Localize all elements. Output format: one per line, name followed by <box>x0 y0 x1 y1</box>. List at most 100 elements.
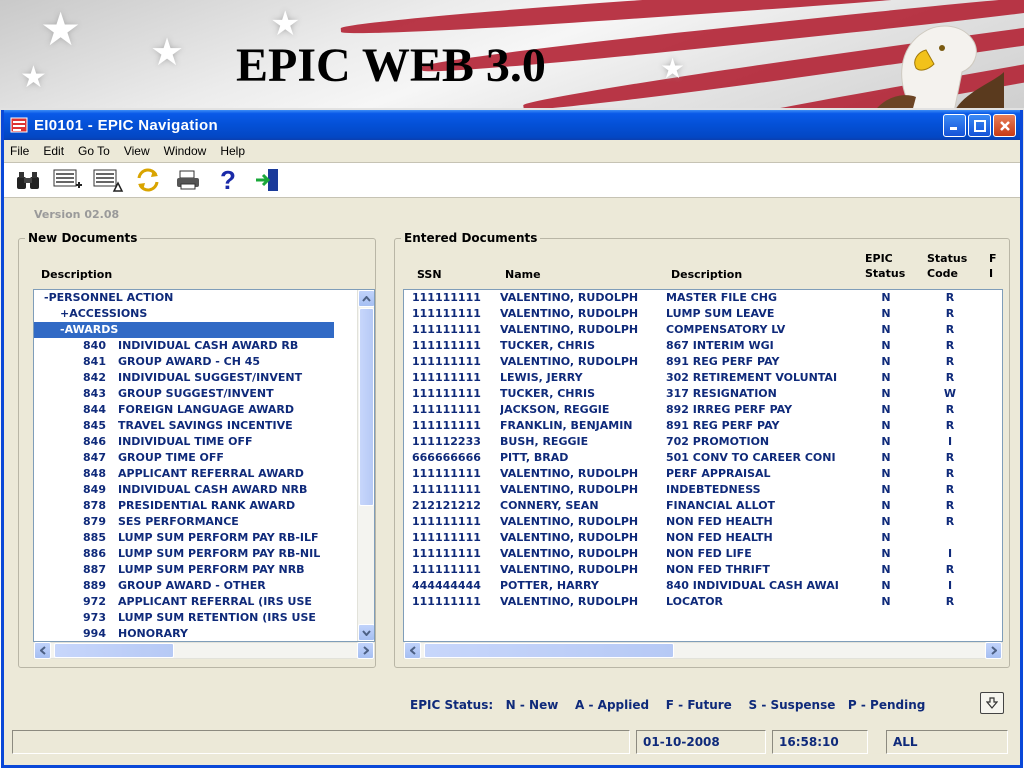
scroll-down-button[interactable] <box>980 692 1004 714</box>
table-row[interactable]: 111111111 JACKSON, REGGIE 892 IRREG PERF P… <box>404 402 1002 418</box>
new-documents-hscroll-thumb[interactable] <box>54 643 174 658</box>
table-row[interactable]: 111111111 VALENTINO, RUDOLPH NON FED THRIF… <box>404 562 1002 578</box>
table-row[interactable]: 111111111 TUCKER, CHRIS 867 INTERIM WGI N R <box>404 338 1002 354</box>
menu-help[interactable]: Help <box>220 144 245 158</box>
close-button[interactable] <box>993 114 1016 137</box>
arrow-down-icon <box>986 697 998 709</box>
table-row[interactable]: 111111111 VALENTINO, RUDOLPH NON FED LIFE N… <box>404 546 1002 562</box>
cell-code: R <box>945 291 955 304</box>
menu-window[interactable]: Window <box>164 144 207 158</box>
new-document-item[interactable]: 885 LUMP SUM PERFORM PAY RB-ILF <box>34 530 357 546</box>
entered-documents-group: Entered Documents SSN Name Description E… <box>394 231 1010 668</box>
scroll-left-arrow-icon[interactable] <box>404 642 421 659</box>
cell-epic: N <box>881 435 891 448</box>
table-row[interactable]: 444444444 POTTER, HARRY 840 INDIVIDUAL CAS… <box>404 578 1002 594</box>
menu-view[interactable]: View <box>124 144 150 158</box>
add-document-icon[interactable] <box>52 166 84 194</box>
cell-name: VALENTINO, RUDOLPH <box>500 547 639 560</box>
table-row[interactable]: 111111111 FRANKLIN, BENJAMIN 891 REG PERF … <box>404 418 1002 434</box>
scroll-right-arrow-icon[interactable] <box>985 642 1002 659</box>
new-document-item[interactable]: 994 HONORARY <box>34 626 357 641</box>
table-row[interactable]: 111111111 VALENTINO, RUDOLPH LUMP SUM LEAV… <box>404 306 1002 322</box>
cell-ssn: 111111111 <box>412 531 481 544</box>
new-document-item[interactable]: 848 APPLICANT REFERRAL AWARD <box>34 466 357 482</box>
entered-documents-table[interactable]: 111111111 VALENTINO, RUDOLPH MASTER FILE C… <box>403 289 1003 642</box>
new-document-label: APPLICANT REFERRAL AWARD <box>118 467 304 480</box>
award-code: 886 <box>83 547 106 560</box>
table-row[interactable]: 111111111 VALENTINO, RUDOLPH INDEBTEDNESS N… <box>404 482 1002 498</box>
new-document-item[interactable]: 849 INDIVIDUAL CASH AWARD NRB <box>34 482 357 498</box>
cell-code: R <box>945 451 955 464</box>
new-documents-vscroll[interactable] <box>357 290 374 641</box>
cell-code: I <box>947 579 953 592</box>
new-documents-list[interactable]: -PERSONNEL ACTION +ACCESSIONS -AWARDS 840 IN… <box>33 289 375 642</box>
scroll-left-arrow-icon[interactable] <box>34 642 51 659</box>
edit-document-icon[interactable] <box>92 166 124 194</box>
table-row[interactable]: 212121212 CONNERY, SEAN FINANCIAL ALLOT N R <box>404 498 1002 514</box>
new-document-item[interactable]: 841 GROUP AWARD - CH 45 <box>34 354 357 370</box>
table-row[interactable]: 111111111 VALENTINO, RUDOLPH PERF APPRAISA… <box>404 466 1002 482</box>
table-row[interactable]: 666666666 PITT, BRAD 501 CONV TO CAREER CO… <box>404 450 1002 466</box>
new-document-label: INDIVIDUAL SUGGEST/INVENT <box>118 371 303 384</box>
new-documents-hscroll[interactable] <box>33 642 375 659</box>
window-titlebar[interactable]: EI0101 - EPIC Navigation <box>4 110 1020 140</box>
new-document-item[interactable]: 889 GROUP AWARD - OTHER <box>34 578 357 594</box>
minimize-button[interactable] <box>943 114 966 137</box>
cell-epic: N <box>881 467 891 480</box>
menu-edit[interactable]: Edit <box>43 144 64 158</box>
cell-ssn: 212121212 <box>412 499 481 512</box>
cell-epic: N <box>881 323 891 336</box>
table-row[interactable]: 111111111 VALENTINO, RUDOLPH COMPENSATORY … <box>404 322 1002 338</box>
new-documents-scroll-thumb[interactable] <box>359 308 374 506</box>
new-document-item[interactable]: 846 INDIVIDUAL TIME OFF <box>34 434 357 450</box>
new-document-item[interactable]: 973 LUMP SUM RETENTION (IRS USE <box>34 610 357 626</box>
table-row[interactable]: 111111111 VALENTINO, RUDOLPH 891 REG PERF … <box>404 354 1002 370</box>
new-documents-description-header: Description <box>41 268 113 281</box>
scroll-right-arrow-icon[interactable] <box>357 642 374 659</box>
new-document-item[interactable]: -AWARDS <box>34 322 334 338</box>
cell-code: R <box>945 355 955 368</box>
print-icon[interactable] <box>172 166 204 194</box>
table-row[interactable]: 111111111 LEWIS, JERRY 302 RETIREMENT VOLU… <box>404 370 1002 386</box>
maximize-button[interactable] <box>968 114 991 137</box>
cell-ssn: 111111111 <box>412 563 481 576</box>
new-document-item[interactable]: 840 INDIVIDUAL CASH AWARD RB <box>34 338 357 354</box>
new-document-item[interactable]: 847 GROUP TIME OFF <box>34 450 357 466</box>
exit-icon[interactable] <box>252 166 284 194</box>
new-documents-group: New Documents Description -PERSONNEL ACT… <box>18 231 376 668</box>
cell-code: R <box>945 595 955 608</box>
help-icon[interactable]: ? <box>212 166 244 194</box>
table-row[interactable]: 111112233 BUSH, REGGIE 702 PROMOTION N I <box>404 434 1002 450</box>
slide-title: EPIC WEB 3.0 <box>236 39 546 92</box>
new-document-item[interactable]: 842 INDIVIDUAL SUGGEST/INVENT <box>34 370 357 386</box>
entered-documents-hscroll[interactable] <box>403 642 1003 659</box>
new-document-item[interactable]: 972 APPLICANT REFERRAL (IRS USE <box>34 594 357 610</box>
entered-documents-hscroll-thumb[interactable] <box>424 643 674 658</box>
table-row[interactable]: 111111111 TUCKER, CHRIS 317 RESIGNATION N W <box>404 386 1002 402</box>
table-row[interactable]: 111111111 VALENTINO, RUDOLPH MASTER FILE C… <box>404 290 1002 306</box>
cell-desc: LOCATOR <box>666 595 724 608</box>
new-document-item[interactable]: 887 LUMP SUM PERFORM PAY NRB <box>34 562 357 578</box>
extra-column-header: F I <box>989 252 997 280</box>
scroll-down-arrow-icon[interactable] <box>358 624 374 641</box>
binoculars-icon[interactable] <box>12 166 44 194</box>
menu-file[interactable]: File <box>10 144 29 158</box>
new-document-item[interactable]: 845 TRAVEL SAVINGS INCENTIVE <box>34 418 357 434</box>
scroll-up-arrow-icon[interactable] <box>358 290 374 307</box>
new-document-item[interactable]: 886 LUMP SUM PERFORM PAY RB-NIL <box>34 546 357 562</box>
menu-go-to[interactable]: Go To <box>78 144 110 158</box>
new-document-item[interactable]: 878 PRESIDENTIAL RANK AWARD <box>34 498 357 514</box>
table-row[interactable]: 111111111 VALENTINO, RUDOLPH NON FED HEALT… <box>404 514 1002 530</box>
table-row[interactable]: 111111111 VALENTINO, RUDOLPH NON FED HEALT… <box>404 530 1002 546</box>
table-row[interactable]: 111111111 VALENTINO, RUDOLPH LOCATOR N R <box>404 594 1002 610</box>
cell-name: VALENTINO, RUDOLPH <box>500 323 639 336</box>
new-document-item[interactable]: +ACCESSIONS <box>34 306 357 322</box>
new-document-item[interactable]: 843 GROUP SUGGEST/INVENT <box>34 386 357 402</box>
menu-bar: File Edit Go To View Window Help <box>4 140 1020 162</box>
new-document-item[interactable]: 844 FOREIGN LANGUAGE AWARD <box>34 402 357 418</box>
cell-ssn: 111111111 <box>412 403 481 416</box>
svg-text:?: ? <box>220 167 236 193</box>
new-document-item[interactable]: -PERSONNEL ACTION <box>34 290 357 306</box>
refresh-icon[interactable] <box>132 166 164 194</box>
new-document-item[interactable]: 879 SES PERFORMANCE <box>34 514 357 530</box>
